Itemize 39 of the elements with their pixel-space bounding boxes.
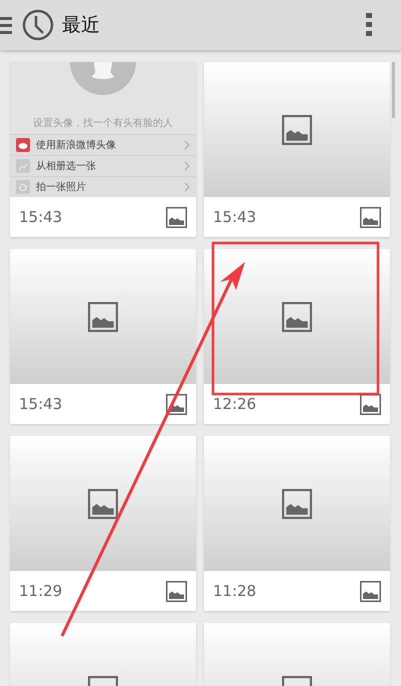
photo-card[interactable]: 设置头像，找一个有头有脸的人 使用新浪微博头像 从相册选一张 拍一张照片 15:43 [10, 62, 196, 237]
image-icon [88, 488, 118, 518]
time-label: 15:43 [213, 208, 256, 226]
camera-icon [16, 180, 30, 194]
image-icon [282, 114, 312, 144]
menu-icon[interactable] [0, 15, 12, 35]
option-label: 从相册选一张 [36, 160, 97, 173]
option-label: 拍一张照片 [36, 180, 87, 194]
time-label: 11:29 [19, 582, 62, 600]
image-icon [360, 580, 381, 602]
image-icon [88, 302, 118, 332]
image-icon [360, 394, 381, 414]
screen-title: 最近 [62, 13, 100, 38]
image-icon [166, 394, 187, 414]
time-label: 11:28 [213, 582, 256, 600]
chevron-icon [184, 161, 190, 171]
chevron-icon [184, 182, 190, 192]
image-icon [166, 580, 187, 602]
photo-card[interactable]: 11:28 [204, 436, 390, 611]
photo-card[interactable]: 15:43 [10, 249, 196, 424]
option-label: 使用新浪微博头像 [36, 138, 117, 152]
scroll-thumb [392, 62, 395, 118]
photo-card[interactable]: 11:29 [10, 436, 196, 611]
weibo-icon [16, 138, 30, 152]
photo-icon [16, 159, 30, 173]
image-icon [282, 488, 312, 518]
avatar-icon [70, 62, 136, 98]
time-label: 15:43 [19, 395, 62, 413]
image-icon [360, 206, 381, 228]
image-icon [282, 302, 312, 332]
photo-card[interactable]: 15:43 [204, 62, 390, 237]
photo-card[interactable]: 12:26 [204, 249, 390, 424]
time-label: 15:43 [19, 208, 62, 226]
time-label: 12:26 [213, 395, 256, 413]
caption-text: 设置头像，找一个有头有脸的人 [33, 116, 173, 130]
more-icon[interactable] [365, 13, 373, 37]
chevron-icon [184, 140, 190, 150]
image-icon [166, 206, 187, 228]
clock-icon [22, 9, 54, 41]
